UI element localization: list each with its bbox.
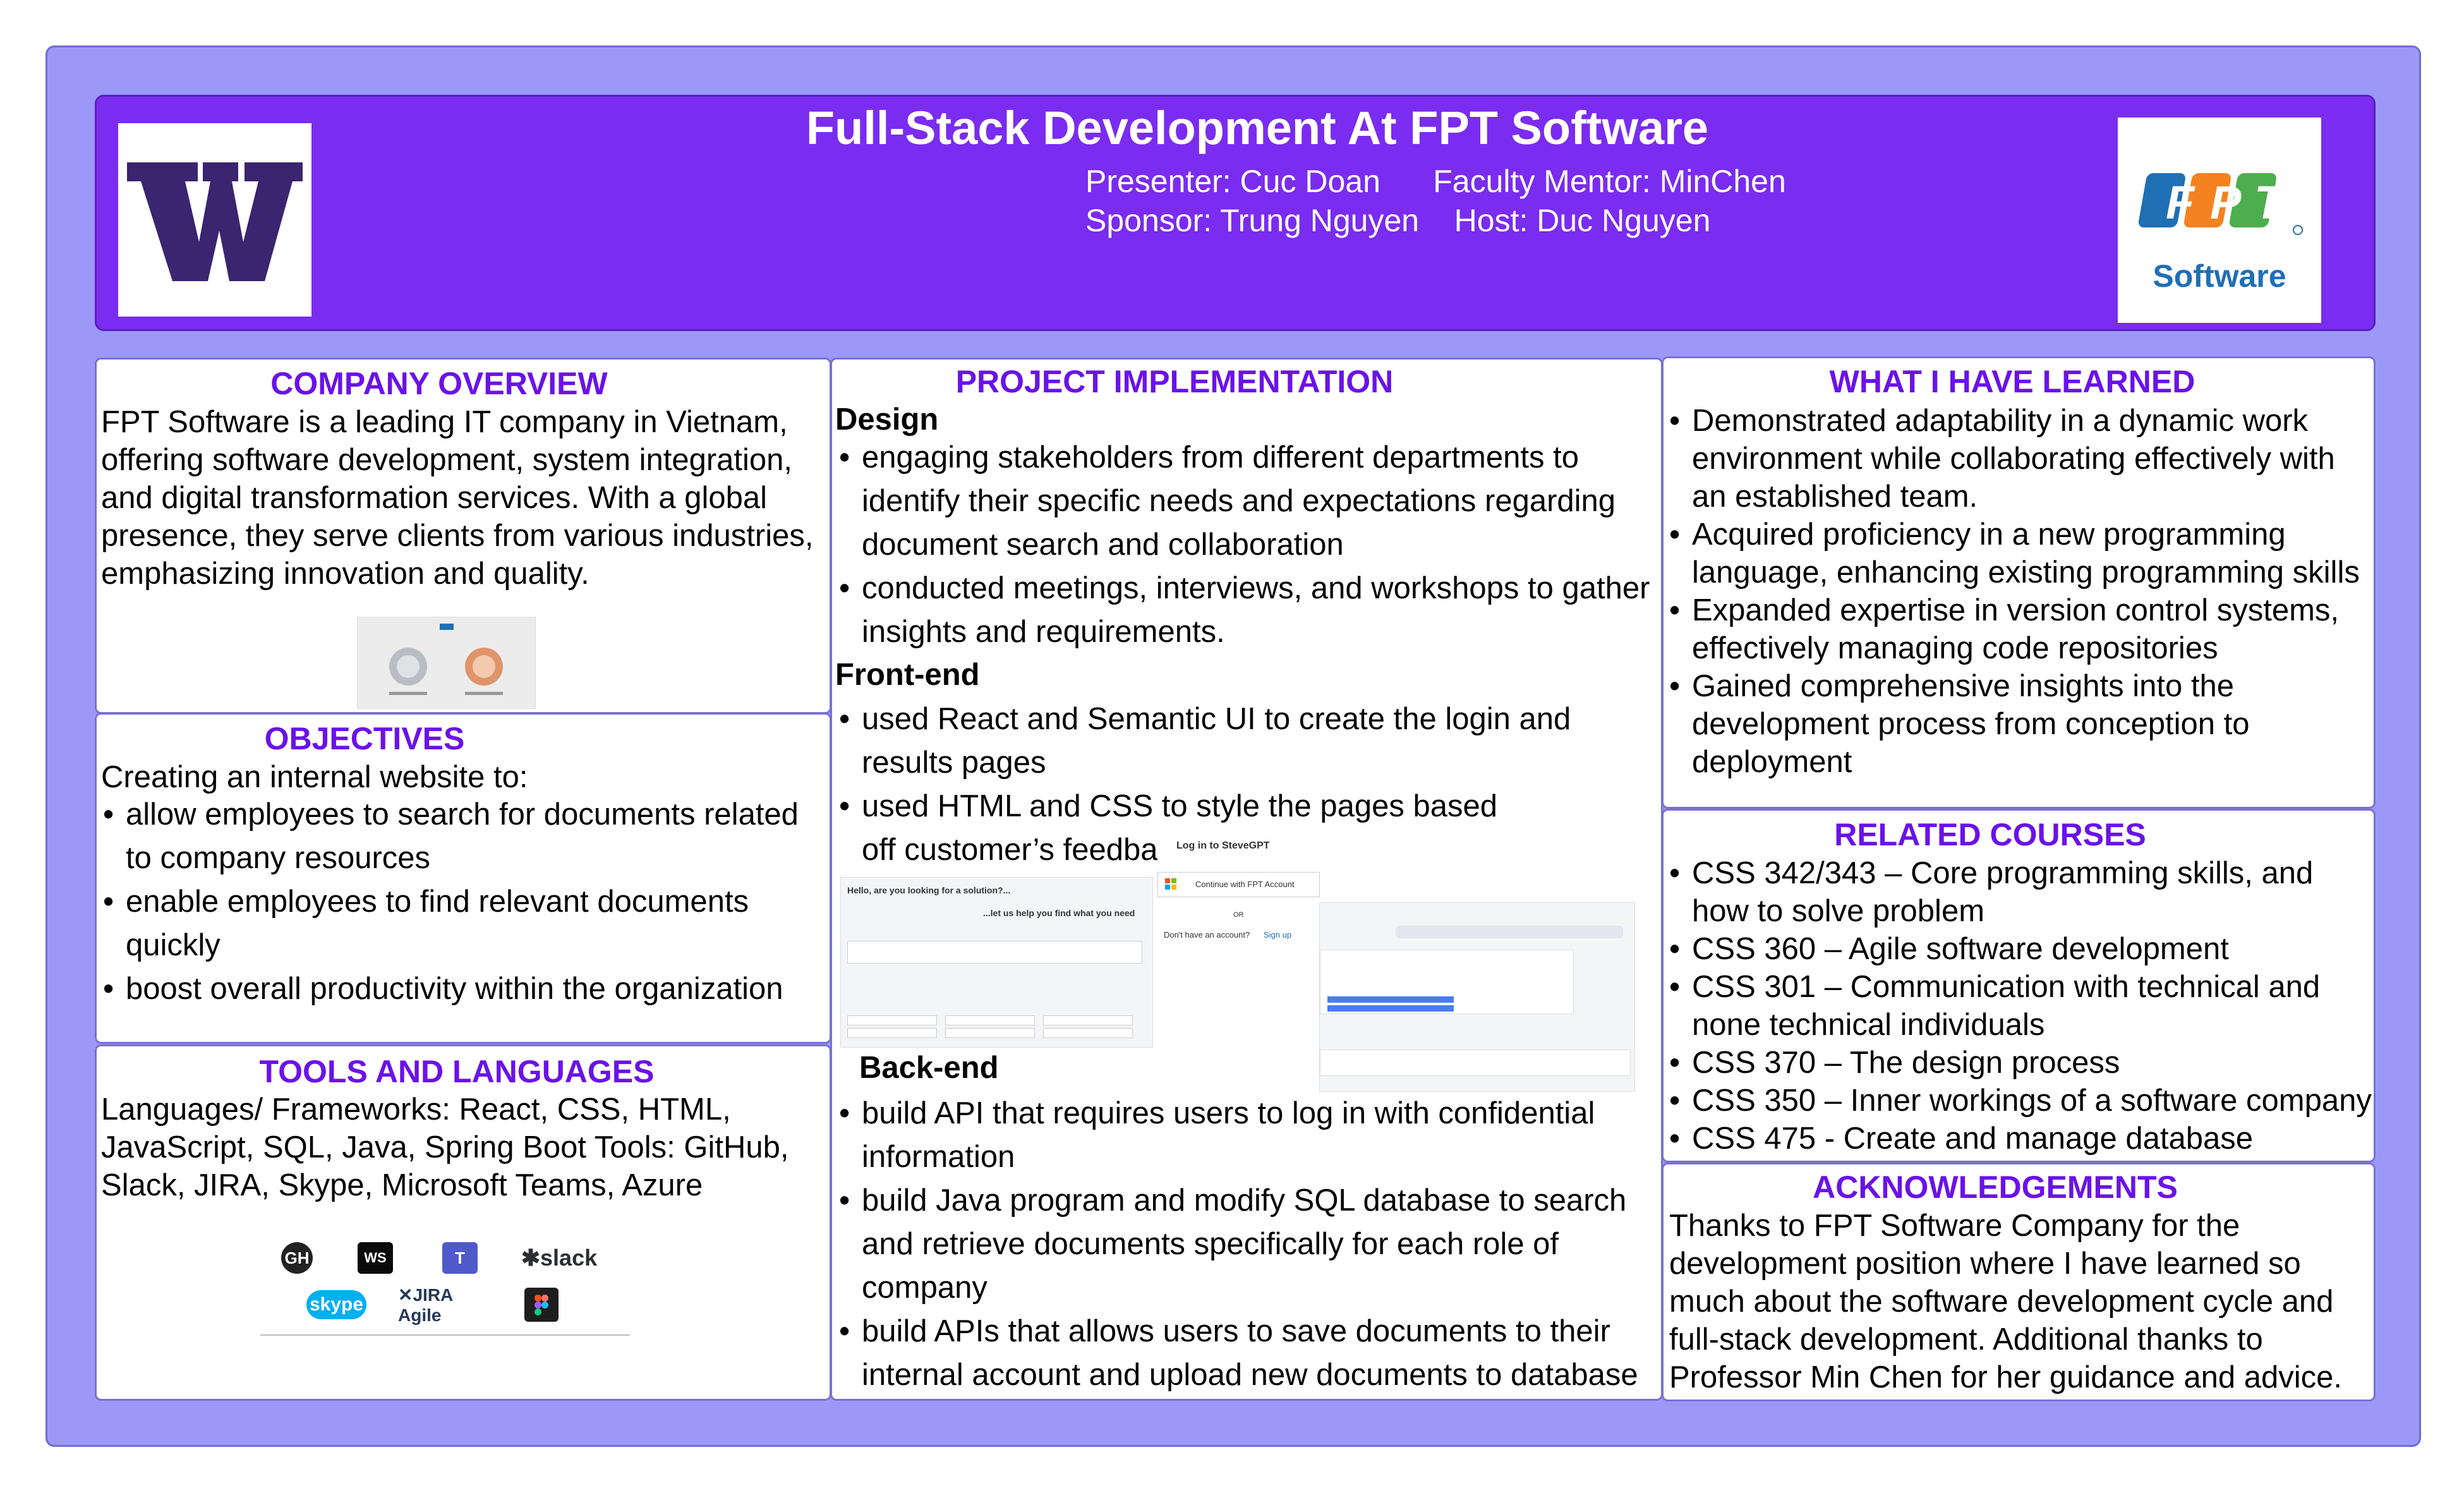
objectives-list: allow employees to search for documents …: [103, 793, 830, 1011]
svg-text:Software: Software: [2153, 258, 2286, 294]
objectives-intro: Creating an internal website to:: [101, 760, 528, 794]
design-list: engaging stakeholders from different dep…: [839, 436, 1660, 654]
list-item: CSS 350 – Inner workings of a software c…: [1669, 1082, 2376, 1120]
list-item: build API that requires users to log in …: [839, 1092, 1660, 1179]
list-item: build APIs that allows users to save doc…: [839, 1310, 1660, 1397]
ack-text: Thanks to FPT Software Company for the d…: [1669, 1209, 2342, 1394]
list-item: CSS 475 - Create and manage database: [1669, 1120, 2376, 1158]
presenter-mentor-line: Presenter: Cuc Doan Faculty Mentor: MinC…: [1085, 164, 1786, 199]
learned-list: Demonstrated adaptability in a dynamic w…: [1669, 402, 2376, 781]
tools-title: TOOLS AND LANGUAGES: [259, 1054, 655, 1089]
backend-list: build API that requires users to log in …: [839, 1092, 1660, 1397]
slack-icon: ✱slack: [521, 1245, 598, 1271]
tools-divider: [260, 1334, 630, 1336]
list-item: CSS 301 – Communication with technical a…: [1669, 968, 2376, 1044]
courses-title: RELATED COURSES: [1834, 817, 2146, 852]
login-screen-image: Log in to SteveGPT Continue with FPT Acc…: [1157, 835, 1322, 968]
list-item: CSS 342/343 – Core programming skills, a…: [1669, 854, 2376, 930]
jira-icon: ✕JIRA Agile: [398, 1284, 453, 1325]
list-item: CSS 360 – Agile software development: [1669, 930, 2376, 968]
list-item: boost overall productivity within the or…: [103, 967, 830, 1011]
company-overview-title: COMPANY OVERVIEW: [270, 366, 608, 401]
company-overview-text: FPT Software is a leading IT company in …: [101, 405, 814, 591]
list-item: Gained comprehensive insights into the d…: [1669, 667, 2376, 781]
svg-text:T: T: [2254, 176, 2286, 229]
uw-w-icon: [127, 162, 303, 281]
fpt-software-logo: F P T Software: [2118, 118, 2321, 323]
courses-list: CSS 342/343 – Core programming skills, a…: [1669, 854, 2376, 1158]
ack-title: ACKNOWLEDGEMENTS: [1813, 1170, 2178, 1205]
list-item: Expanded expertise in version control sy…: [1669, 591, 2376, 667]
webstorm-icon: WS: [358, 1242, 393, 1274]
objectives-title: OBJECTIVES: [264, 721, 465, 756]
uw-logo: [118, 123, 311, 317]
design-heading: Design: [835, 402, 939, 437]
sponsor-host-line: Sponsor: Trung Nguyen Host: Duc Nguyen: [1085, 203, 1711, 238]
svg-text:P: P: [2210, 176, 2242, 229]
list-item: Demonstrated adaptability in a dynamic w…: [1669, 402, 2376, 516]
list-item: conducted meetings, interviews, and work…: [839, 567, 1660, 654]
list-item: Acquired proficiency in a new programmin…: [1669, 516, 2376, 591]
frontend-heading: Front-end: [835, 658, 980, 692]
list-item: build Java program and modify SQL databa…: [839, 1179, 1660, 1310]
fpt-logo-icon: F P T Software: [2138, 173, 2303, 294]
results-screen-image: [1319, 902, 1635, 1092]
list-item: engaging stakeholders from different dep…: [839, 436, 1660, 567]
award-image: [357, 617, 536, 709]
microsoft-icon: [1165, 878, 1176, 890]
list-item: used React and Semantic UI to create the…: [839, 698, 1660, 785]
poster-title: Full-Stack Development At FPT Software: [806, 102, 1709, 154]
list-item: enable employees to find relevant docume…: [103, 880, 830, 967]
teams-icon: T: [442, 1242, 478, 1274]
skype-icon: skype: [306, 1290, 366, 1319]
learned-title: WHAT I HAVE LEARNED: [1829, 364, 2195, 399]
svg-text:F: F: [2166, 176, 2195, 229]
tools-text: Languages/ Frameworks: React, CSS, HTML,…: [101, 1092, 789, 1202]
figma-icon: [524, 1288, 559, 1322]
list-item: CSS 370 – The design process: [1669, 1044, 2376, 1082]
project-title: PROJECT IMPLEMENTATION: [955, 364, 1394, 399]
github-icon: GH: [281, 1242, 313, 1274]
chat-screen-image: Hello, are you looking for a solution?..…: [840, 877, 1153, 1048]
backend-heading: Back-end: [859, 1051, 999, 1085]
list-item: allow employees to search for documents …: [103, 793, 830, 880]
